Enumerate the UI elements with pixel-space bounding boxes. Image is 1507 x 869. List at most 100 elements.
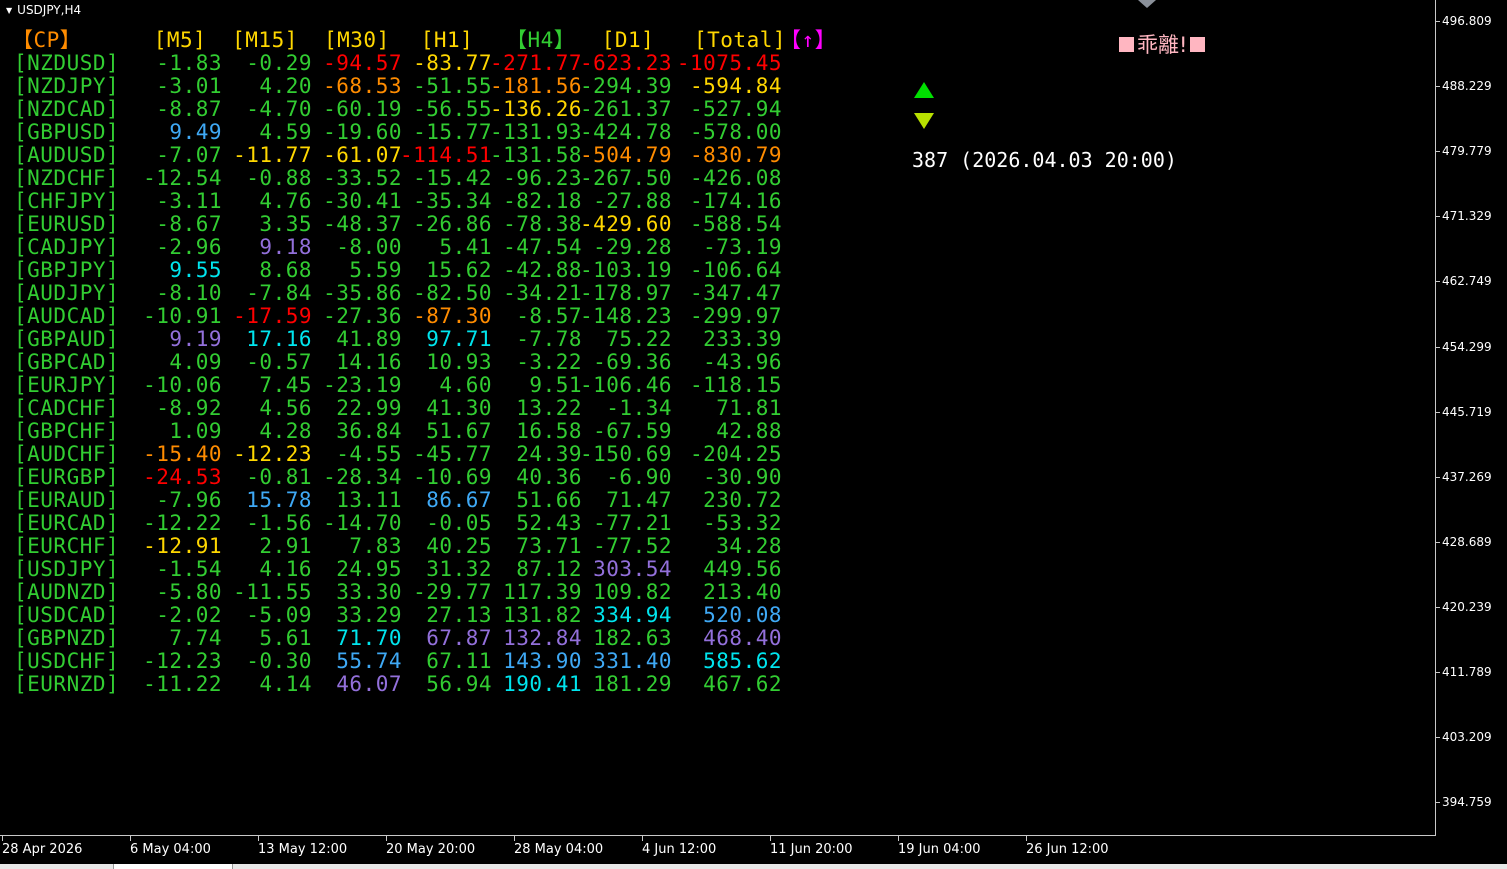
value-cell: -623.23 (579, 51, 672, 75)
value-cell: 468.40 (703, 626, 782, 650)
column-header: [H1] (420, 28, 474, 52)
value-cell: -69.36 (593, 350, 672, 374)
pair-label: [EURUSD] (14, 212, 120, 236)
time-label: 4 Jun 12:00 (642, 842, 717, 857)
value-cell: -261.37 (579, 97, 672, 121)
value-cell: 71.81 (716, 396, 782, 420)
pair-label: [AUDCHF] (14, 442, 120, 466)
pair-label: [EURCHF] (14, 534, 120, 558)
value-cell: -1075.45 (676, 51, 782, 75)
time-label: 28 Apr 2026 (2, 842, 83, 857)
value-cell: -103.19 (579, 258, 672, 282)
time-tick (386, 836, 387, 841)
chart-area[interactable]: ▼ USDJPY,H4 【CP】 [M5] [M15] [M30] [H1] 【H4】 [D… (0, 0, 1436, 836)
value-cell: -106.46 (579, 373, 672, 397)
time-label: 20 May 20:00 (386, 842, 476, 857)
value-cell: -150.69 (579, 442, 672, 466)
value-cell: -30.90 (703, 465, 782, 489)
pair-label: [NZDUSD] (14, 51, 120, 75)
value-cell: -53.32 (703, 511, 782, 535)
time-tick (514, 836, 515, 841)
dropdown-triangle-icon[interactable]: ▼ (6, 6, 12, 15)
alert-text: 乖離! (1137, 33, 1188, 57)
value-cell: 303.54 (593, 557, 672, 581)
price-label: 454.299 (1436, 340, 1492, 354)
time-tick (130, 836, 131, 841)
time-tick (258, 836, 259, 841)
pair-label: [GBPJPY] (14, 258, 120, 282)
value-cell: -178.97 (579, 281, 672, 305)
pair-label: [GBPCHF] (14, 419, 120, 443)
value-cell: -43.96 (703, 350, 782, 374)
pair-label: [EURAUD] (14, 488, 120, 512)
price-axis[interactable]: 496.809 488.229 479.779 471.329 462.749 454.2… (1436, 0, 1507, 836)
value-cell: -294.39 (579, 74, 672, 98)
value-cell: -29.28 (593, 235, 672, 259)
value-cell: 334.94 (593, 603, 672, 627)
price-label: 420.239 (1436, 600, 1492, 614)
value-cell: -426.08 (689, 166, 782, 190)
pair-label: [CADJPY] (14, 235, 120, 259)
value-cell: -830.79 (689, 143, 782, 167)
time-label: 13 May 12:00 (258, 842, 348, 857)
value-cell: 213.40 (703, 580, 782, 604)
pair-label: [USDCAD] (14, 603, 120, 627)
column-header: 【↑】 (780, 28, 837, 52)
time-tick (1026, 836, 1027, 841)
value-cell: 42.88 (716, 419, 782, 443)
value-cell: -588.54 (689, 212, 782, 236)
value-cell: 181.29 (593, 672, 672, 696)
value-cell: 520.08 (703, 603, 782, 627)
value-cell: 75.22 (606, 327, 672, 351)
price-label: 437.269 (1436, 470, 1492, 484)
value-cell: -174.16 (689, 189, 782, 213)
value-cell: -578.00 (689, 120, 782, 144)
column-header: [D1] (601, 28, 655, 52)
value-cell: -424.78 (579, 120, 672, 144)
price-label: 471.329 (1436, 209, 1492, 223)
value-cell: -527.94 (689, 97, 782, 121)
time-label: 28 May 04:00 (514, 842, 604, 857)
chart-symbol-label: USDJPY,H4 (17, 3, 82, 17)
time-label: 11 Jun 20:00 (770, 842, 853, 857)
value-cell: 71.47 (606, 488, 672, 512)
value-cell: -148.23 (579, 304, 672, 328)
pair-label: [EURNZD] (14, 672, 120, 696)
value-cell: -267.50 (579, 166, 672, 190)
value-cell: 182.63 (593, 626, 672, 650)
time-tick (898, 836, 899, 841)
pair-label: [NZDCHF] (14, 166, 120, 190)
scroll-marker-icon[interactable] (1138, 0, 1156, 8)
pair-label: [CADCHF] (14, 396, 120, 420)
pair-label: [AUDJPY] (14, 281, 120, 305)
price-label: 394.759 (1436, 795, 1492, 809)
active-tab[interactable] (113, 864, 233, 869)
pair-label: [NZDJPY] (14, 74, 120, 98)
divergence-alert-label: 乖離! (1116, 29, 1208, 59)
price-label: 403.209 (1436, 730, 1492, 744)
value-cell: -67.59 (593, 419, 672, 443)
pair-label: [EURCAD] (14, 511, 120, 535)
column-header: [M15] (232, 28, 298, 52)
value-cell: -77.52 (593, 534, 672, 558)
alert-square-icon (1119, 36, 1134, 52)
value-cell: -77.21 (593, 511, 672, 535)
chart-title[interactable]: ▼ USDJPY,H4 (6, 3, 81, 17)
time-label: 26 Jun 12:00 (1026, 842, 1109, 857)
value-cell: -1.34 (606, 396, 672, 420)
pair-label: [NZDCAD] (14, 97, 120, 121)
bottom-tab-bar (0, 864, 1507, 869)
value-cell: -429.60 (579, 212, 672, 236)
price-label: 488.229 (1436, 79, 1492, 93)
pair-label: [EURGBP] (14, 465, 120, 489)
value-cell: -347.47 (689, 281, 782, 305)
status-text: 387 (2026.04.03 20:00) (912, 148, 1177, 172)
price-label: 445.719 (1436, 405, 1492, 419)
price-label: 411.789 (1436, 665, 1492, 679)
time-tick (2, 836, 3, 841)
value-cell: 109.82 (593, 580, 672, 604)
value-cell: -73.19 (703, 235, 782, 259)
value-cell: 233.39 (703, 327, 782, 351)
pair-label: [AUDNZD] (14, 580, 120, 604)
pair-label: [AUDUSD] (14, 143, 120, 167)
